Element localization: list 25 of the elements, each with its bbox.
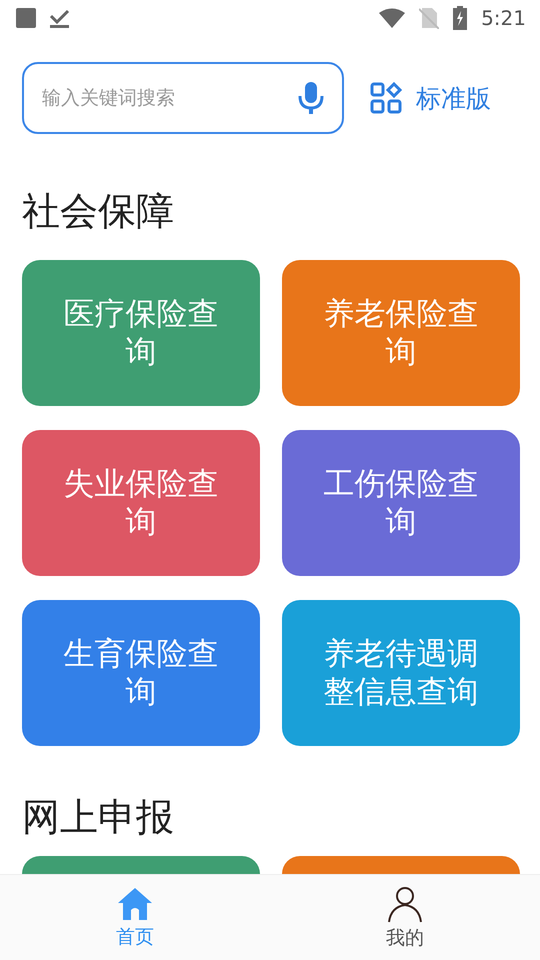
square-icon: [16, 8, 36, 28]
check-icon: [50, 8, 70, 28]
service-tile[interactable]: 养老待遇调整信息查询: [282, 600, 520, 746]
service-tile[interactable]: 生育保险查询: [22, 600, 260, 746]
search-field[interactable]: 输入关键词搜索: [22, 62, 344, 134]
status-time: 5:21: [481, 6, 526, 30]
nav-tab[interactable]: 我的: [270, 875, 540, 960]
search-input[interactable]: 输入关键词搜索: [40, 86, 296, 110]
service-tile[interactable]: 失业保险查询: [22, 430, 260, 576]
service-tile[interactable]: 工伤保险查询: [282, 430, 520, 576]
service-tile[interactable]: 养老保险查询: [282, 260, 520, 406]
person-icon: [386, 884, 424, 922]
microphone-icon[interactable]: [296, 81, 326, 115]
scan-icon: [370, 82, 402, 114]
no-sim-icon: [419, 7, 440, 29]
service-tile[interactable]: [282, 856, 520, 874]
service-tile[interactable]: 医疗保险查询: [22, 260, 260, 406]
service-tile[interactable]: [22, 856, 260, 874]
battery-icon: [453, 6, 468, 30]
version-button[interactable]: 标准版: [370, 82, 491, 114]
section-title: 网上申报: [22, 794, 175, 840]
home-icon: [116, 886, 154, 922]
section-title: 社会保障: [22, 188, 175, 234]
wifi-icon: [379, 8, 406, 28]
nav-tab[interactable]: 首页: [0, 875, 270, 960]
